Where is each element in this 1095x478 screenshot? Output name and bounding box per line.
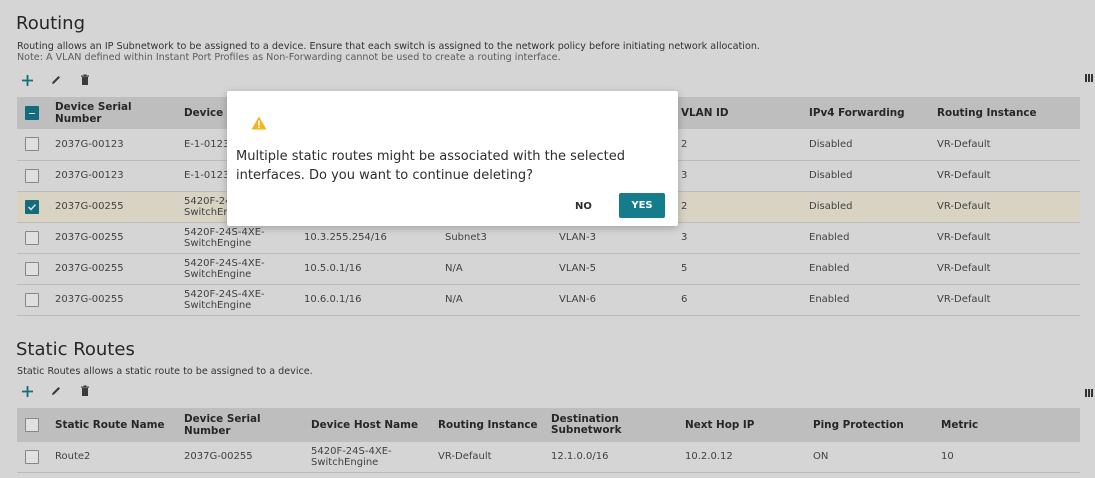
yes-button[interactable]: YES xyxy=(619,193,665,218)
confirm-delete-dialog: Multiple static routes might be associat… xyxy=(227,91,678,226)
dialog-message: Multiple static routes might be associat… xyxy=(236,149,625,183)
warning-icon xyxy=(251,115,267,134)
modal-backdrop xyxy=(0,0,1095,478)
no-button[interactable]: NO xyxy=(575,201,592,212)
